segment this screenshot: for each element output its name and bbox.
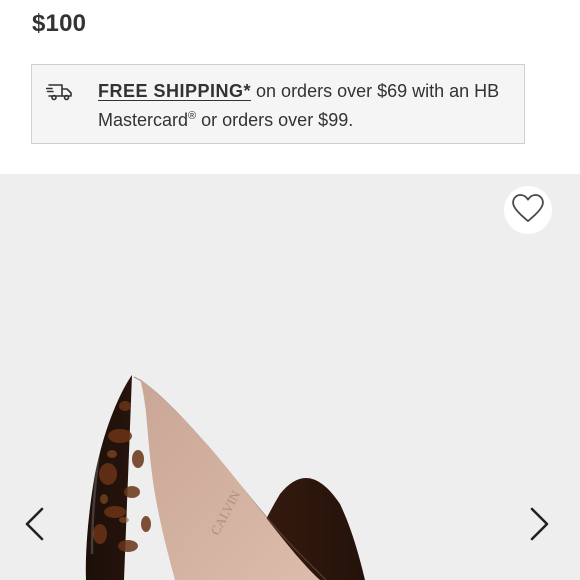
previous-image-button[interactable] bbox=[20, 504, 50, 544]
product-image-gallery[interactable]: CALVIN bbox=[0, 174, 580, 580]
chevron-right-icon bbox=[524, 507, 554, 548]
free-shipping-banner: FREE SHIPPING* on orders over $69 with a… bbox=[31, 64, 525, 144]
free-shipping-link[interactable]: FREE SHIPPING* bbox=[98, 81, 251, 101]
heart-outline-icon bbox=[511, 193, 545, 228]
favorite-button[interactable] bbox=[504, 186, 552, 234]
truck-icon bbox=[45, 81, 74, 103]
product-price: $100 bbox=[32, 10, 87, 37]
next-image-button[interactable] bbox=[524, 504, 554, 544]
shipping-text-part2: or orders over $99. bbox=[196, 110, 354, 130]
registered-mark: ® bbox=[188, 110, 197, 122]
product-image: CALVIN bbox=[85, 375, 365, 580]
chevron-left-icon bbox=[20, 507, 50, 548]
shipping-message: FREE SHIPPING* on orders over $69 with a… bbox=[98, 77, 516, 135]
